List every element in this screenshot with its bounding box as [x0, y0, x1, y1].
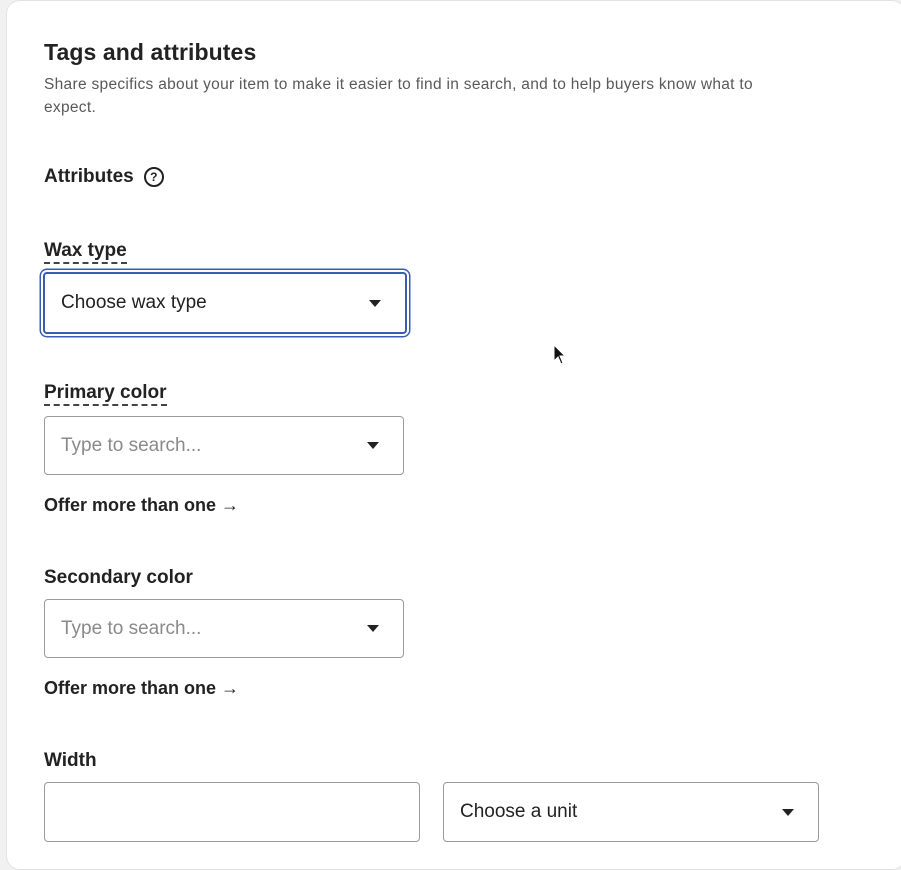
- width-input[interactable]: [44, 782, 420, 842]
- wax-type-label[interactable]: Wax type: [44, 240, 127, 264]
- primary-color-offer-more-link[interactable]: Offer more than one →: [44, 495, 239, 516]
- width-label: Width: [44, 750, 97, 771]
- wax-type-select[interactable]: Choose wax type: [43, 272, 407, 334]
- width-unit-value: Choose a unit: [460, 801, 578, 822]
- question-circle-icon[interactable]: ?: [143, 167, 164, 187]
- caret-down-icon: [367, 442, 379, 449]
- secondary-color-offer-more-link[interactable]: Offer more than one →: [44, 678, 239, 699]
- secondary-color-select[interactable]: Type to search...: [44, 599, 404, 658]
- wax-type-select-value: Choose wax type: [61, 292, 207, 313]
- attributes-panel: Tags and attributes Share specifics abou…: [6, 0, 901, 870]
- caret-down-icon: [367, 625, 379, 632]
- mouse-cursor-icon: [553, 344, 567, 365]
- primary-color-label[interactable]: Primary color: [44, 382, 167, 406]
- secondary-color-placeholder: Type to search...: [61, 617, 202, 639]
- primary-color-label-text: Primary color: [44, 382, 167, 406]
- primary-color-select[interactable]: Type to search...: [44, 416, 404, 475]
- caret-down-icon: [369, 299, 381, 307]
- primary-color-placeholder: Type to search...: [61, 434, 202, 456]
- attributes-heading-label: Attributes: [44, 166, 134, 187]
- caret-down-icon: [782, 808, 794, 816]
- section-description: Share specifics about your item to make …: [44, 76, 753, 116]
- section-title: Tags and attributes: [44, 39, 257, 65]
- attributes-heading: Attributes ?: [44, 166, 164, 188]
- wax-type-label-text: Wax type: [44, 240, 127, 264]
- width-unit-select[interactable]: Choose a unit: [443, 782, 819, 842]
- secondary-color-label: Secondary color: [44, 567, 193, 588]
